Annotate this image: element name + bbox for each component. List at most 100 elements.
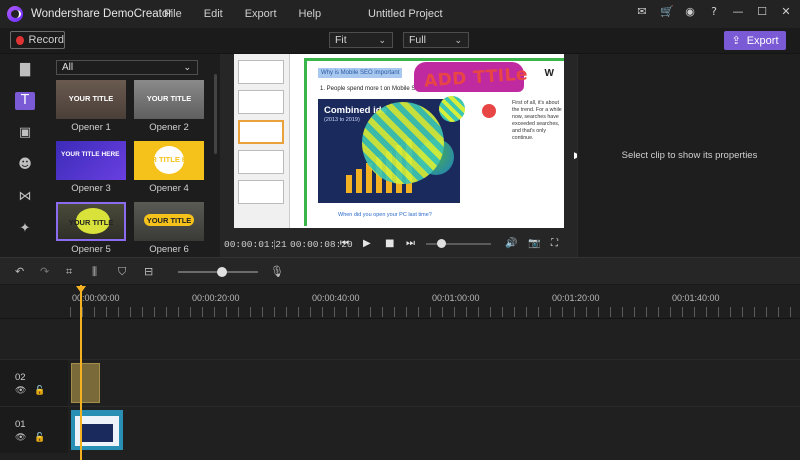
opener-2-thumb[interactable]: YOUR TITLE [134, 80, 204, 119]
current-time: 00:00:01:21 [224, 239, 287, 250]
library-scrollbar[interactable] [214, 74, 217, 154]
library-filter-select[interactable]: All ⌄ [56, 60, 198, 75]
export-label: Export [746, 34, 779, 47]
help-icon[interactable]: ? [708, 6, 720, 18]
opener-3-thumb[interactable]: YOUR TITLE HERE [56, 141, 126, 180]
window-controls: ✉ 🛒 ◉ ? — ☐ ✕ [636, 6, 792, 18]
ruler-label: 00:00:40:00 [312, 293, 360, 303]
seek-track[interactable] [426, 243, 491, 245]
eye-icon[interactable]: 👁 [15, 386, 26, 396]
annotation-icon[interactable]: ▣ [15, 124, 35, 142]
split-icon[interactable]: ⫼ [92, 265, 97, 279]
close-icon[interactable]: ✕ [780, 6, 792, 18]
menu-file[interactable]: File [164, 8, 182, 20]
seek-knob[interactable] [437, 239, 446, 248]
video-clip[interactable] [71, 410, 123, 450]
preview-panel: Why is Mobile SEO important 1. People sp… [220, 54, 581, 257]
mic-icon[interactable]: 🎙 [270, 265, 284, 278]
opener-4-thumb[interactable]: YOUR TITLE HERE [134, 141, 204, 180]
record-button[interactable]: Record [10, 31, 65, 49]
menu-edit[interactable]: Edit [204, 8, 223, 20]
fit-timeline-icon[interactable]: ⊟ [144, 265, 153, 278]
ruler-label: 00:01:40:00 [672, 293, 720, 303]
record-dot-icon [16, 35, 24, 45]
media-library: All ⌄ YOUR TITLE Opener 1 YOUR TITLE Ope… [50, 54, 220, 257]
app-logo-icon [7, 6, 23, 22]
sidebar: ▇ T ▣ ☻ ⋈ ✦ [0, 54, 50, 257]
fit-select[interactable]: Fit ⌄ [329, 32, 393, 48]
menu-export[interactable]: Export [245, 8, 277, 20]
timeline-ruler[interactable]: 00:00:00:00 00:00:20:00 00:00:40:00 00:0… [0, 285, 800, 319]
next-frame-icon[interactable]: ⏭ [406, 238, 415, 249]
export-button[interactable]: ⇪ Export [724, 31, 786, 50]
ruler-label: 00:00:20:00 [192, 293, 240, 303]
ruler-ticks [70, 307, 800, 317]
project-title: Untitled Project [368, 8, 443, 20]
lock-icon[interactable]: 🔓 [34, 433, 45, 443]
brand-logo-icon: W [544, 68, 554, 79]
track-02: 02 👁 🔓 [0, 359, 800, 406]
slide-thumbnails [234, 54, 290, 228]
opener-1-label: Opener 1 [71, 122, 111, 133]
crop-icon[interactable]: ⌗ [66, 265, 72, 279]
time-separator [274, 240, 275, 249]
track-number: 01 [15, 419, 26, 430]
chevron-down-icon: ⌄ [454, 35, 462, 45]
stop-icon[interactable]: ■ [385, 238, 394, 249]
playback-controls: 00:00:01:21 00:00:08:20 ⏮ ▶ ■ ⏭ 🔊 📷 ⛶ [220, 234, 577, 254]
zoom-knob[interactable] [217, 267, 227, 277]
menu-help[interactable]: Help [299, 8, 322, 20]
playhead[interactable] [80, 285, 82, 460]
slide-thumb [238, 60, 284, 84]
app-name: Wondershare DemoCreator [31, 8, 173, 20]
quality-select[interactable]: Full ⌄ [403, 32, 469, 48]
slide-heading: Why is Mobile SEO important [318, 68, 402, 78]
lock-icon[interactable]: 🔓 [34, 386, 45, 396]
snapshot-icon[interactable]: 📷 [528, 238, 540, 249]
opener-5-thumb[interactable]: YOUR TITLE [56, 202, 126, 241]
quality-value: Full [409, 34, 426, 46]
opener-5-label: Opener 5 [71, 244, 111, 255]
undo-icon[interactable]: ↶ [15, 265, 24, 278]
sticker-icon[interactable]: ☻ [15, 156, 35, 174]
clip-thumb-chart [81, 424, 113, 442]
playhead-handle[interactable] [76, 286, 86, 293]
mail-icon[interactable]: ✉ [636, 6, 648, 18]
opener-4-label: Opener 4 [149, 183, 189, 194]
slide-body-text: First of all, it's about the trend. For … [512, 100, 562, 141]
account-icon[interactable]: ◉ [684, 6, 696, 18]
rocket-icon [482, 104, 496, 118]
fullscreen-icon[interactable]: ⛶ [551, 238, 558, 249]
opener-2-label: Opener 2 [149, 122, 189, 133]
preview-canvas[interactable]: Why is Mobile SEO important 1. People sp… [234, 54, 564, 228]
transition-icon[interactable]: ⋈ [15, 188, 35, 206]
folder-icon[interactable]: ▇ [15, 61, 35, 79]
eye-icon[interactable]: 👁 [15, 433, 26, 443]
maximize-icon[interactable]: ☐ [756, 6, 768, 18]
marker-icon[interactable]: ⛉ [118, 265, 126, 279]
slide-thumb [238, 90, 284, 114]
track-header: 01 👁 🔓 [0, 407, 68, 453]
text-icon[interactable]: T [15, 92, 35, 110]
filter-value: All [62, 62, 74, 73]
title-clip[interactable] [71, 363, 100, 403]
redo-icon[interactable]: ↷ [40, 265, 49, 278]
main-toolbar: Record Fit ⌄ Full ⌄ ⇪ Export [0, 28, 800, 54]
decor-ball [362, 102, 444, 184]
cart-icon[interactable]: 🛒 [660, 6, 674, 18]
prev-frame-icon[interactable]: ⏮ [340, 238, 349, 249]
track-number: 02 [15, 372, 26, 383]
opener-1-thumb[interactable]: YOUR TITLE [56, 80, 126, 119]
opener-6-thumb[interactable]: YOUR TITLE [134, 202, 204, 241]
volume-icon[interactable]: 🔊 [505, 238, 517, 249]
slide-thumb [238, 120, 284, 144]
timeline-tracks: 02 👁 🔓 01 👁 🔓 [0, 319, 800, 460]
slide-footer: When did you open your PC last time? [338, 212, 432, 218]
ruler-label: 00:01:20:00 [552, 293, 600, 303]
minimize-icon[interactable]: — [732, 6, 744, 18]
effects-icon[interactable]: ✦ [15, 220, 35, 238]
timeline-toolbar: ↶ ↷ ⌗ ⫼ ⛉ ⊟ 🎙 [0, 257, 800, 285]
chart-bar [356, 169, 362, 193]
play-icon[interactable]: ▶ [363, 238, 371, 249]
fit-value: Fit [335, 34, 347, 46]
